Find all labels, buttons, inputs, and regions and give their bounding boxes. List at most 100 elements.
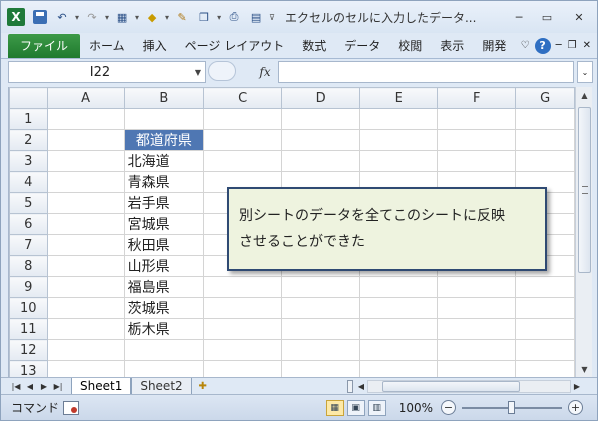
cell[interactable] <box>123 360 205 377</box>
cell[interactable] <box>281 360 361 377</box>
cell[interactable] <box>515 276 575 298</box>
page-layout-view-button[interactable]: ▣ <box>346 399 365 416</box>
next-sheet-icon[interactable]: ▶ <box>37 382 51 391</box>
ribbon-collapse-icon[interactable]: ♡ <box>521 40 530 51</box>
row-header[interactable]: 13 <box>9 360 48 377</box>
tab-file[interactable]: ファイル <box>8 33 81 58</box>
cell[interactable] <box>437 150 517 172</box>
column-header-c[interactable]: C <box>203 87 283 109</box>
cell[interactable] <box>515 318 575 340</box>
insert-function-icon[interactable]: fx <box>252 65 278 79</box>
cell[interactable] <box>437 297 517 319</box>
cell[interactable] <box>203 150 283 172</box>
print-button[interactable]: ▤ <box>247 8 265 26</box>
cell[interactable] <box>281 297 361 319</box>
cell[interactable] <box>46 108 125 130</box>
cell[interactable] <box>515 297 575 319</box>
data-cell[interactable]: 山形県 <box>123 255 205 277</box>
workbook-minimize-icon[interactable]: ─ <box>556 40 562 51</box>
restore-button[interactable]: ▭ <box>533 7 561 27</box>
tab-insert[interactable]: 挿入 <box>134 34 176 58</box>
row-header[interactable]: 5 <box>9 192 48 214</box>
cell[interactable] <box>281 150 361 172</box>
cell[interactable] <box>437 318 517 340</box>
cell[interactable] <box>203 108 283 130</box>
horizontal-scrollbar[interactable]: ◀ ▶ <box>347 379 583 394</box>
cell[interactable] <box>46 297 125 319</box>
name-box[interactable]: I22 ▼ <box>8 61 206 83</box>
data-cell[interactable]: 岩手県 <box>123 192 205 214</box>
cell[interactable] <box>437 360 517 377</box>
formula-bar-handle[interactable] <box>208 61 236 81</box>
vertical-scrollbar[interactable]: ▲ ▼ <box>575 87 592 377</box>
zoom-slider[interactable] <box>462 400 562 414</box>
vertical-scroll-thumb[interactable] <box>578 107 591 273</box>
tab-formulas[interactable]: 数式 <box>293 34 335 58</box>
column-header-d[interactable]: D <box>281 87 361 109</box>
cell[interactable] <box>203 129 283 151</box>
zoom-out-button[interactable]: − <box>441 400 456 415</box>
paste-dropdown-icon[interactable]: ▾ <box>217 13 221 22</box>
tab-home[interactable]: ホーム <box>80 34 134 58</box>
tab-split-handle[interactable] <box>347 380 353 393</box>
column-header-e[interactable]: E <box>359 87 439 109</box>
cell[interactable] <box>46 255 125 277</box>
cell[interactable] <box>359 360 439 377</box>
row-header[interactable]: 4 <box>9 171 48 193</box>
cell[interactable] <box>437 129 517 151</box>
column-header-g[interactable]: G <box>515 87 575 109</box>
cell[interactable] <box>359 276 439 298</box>
column-header-a[interactable]: A <box>46 87 125 109</box>
help-icon[interactable]: ? <box>534 37 551 54</box>
cell[interactable] <box>359 339 439 361</box>
horizontal-scroll-thumb[interactable] <box>382 381 520 392</box>
cell[interactable] <box>203 297 283 319</box>
minimize-button[interactable]: ─ <box>505 7 533 27</box>
horizontal-scroll-track[interactable] <box>367 380 571 393</box>
column-header-b[interactable]: B <box>123 87 205 109</box>
row-header[interactable]: 9 <box>9 276 48 298</box>
fill-dropdown-icon[interactable]: ▾ <box>165 13 169 22</box>
row-header[interactable]: 7 <box>9 234 48 256</box>
column-header-f[interactable]: F <box>437 87 517 109</box>
cell[interactable] <box>281 339 361 361</box>
chevron-down-icon[interactable]: ▼ <box>191 68 205 77</box>
undo-dropdown-icon[interactable]: ▾ <box>75 13 79 22</box>
cell[interactable] <box>46 318 125 340</box>
cell[interactable] <box>46 192 125 214</box>
save-button[interactable] <box>31 8 49 26</box>
cell[interactable] <box>46 234 125 256</box>
cell[interactable] <box>203 339 283 361</box>
cell[interactable] <box>281 129 361 151</box>
row-header[interactable]: 10 <box>9 297 48 319</box>
paste-special-button[interactable]: ❐ <box>195 8 213 26</box>
close-button[interactable]: ✕ <box>561 7 597 27</box>
scroll-down-icon[interactable]: ▼ <box>576 361 593 377</box>
row-header[interactable]: 1 <box>9 108 48 130</box>
row-header[interactable]: 11 <box>9 318 48 340</box>
cell[interactable] <box>515 108 575 130</box>
data-cell[interactable]: 青森県 <box>123 171 205 193</box>
tab-developer[interactable]: 開発 <box>473 34 515 58</box>
row-header[interactable]: 8 <box>9 255 48 277</box>
zoom-level[interactable]: 100% <box>399 401 433 415</box>
insert-sheet-icon[interactable]: ✚ <box>192 379 214 394</box>
cell[interactable] <box>359 129 439 151</box>
select-all-corner[interactable] <box>9 87 48 109</box>
prev-sheet-icon[interactable]: ◀ <box>23 382 37 391</box>
cell[interactable] <box>46 213 125 235</box>
format-painter-button[interactable]: ✎ <box>173 8 191 26</box>
cell[interactable] <box>46 276 125 298</box>
normal-view-button[interactable]: ▦ <box>325 399 344 416</box>
cell[interactable] <box>203 318 283 340</box>
undo-button[interactable]: ↶ <box>53 8 71 26</box>
last-sheet-icon[interactable]: ▶| <box>51 382 65 391</box>
cell[interactable] <box>359 108 439 130</box>
redo-dropdown-icon[interactable]: ▾ <box>105 13 109 22</box>
cell[interactable] <box>46 171 125 193</box>
cell[interactable] <box>281 108 361 130</box>
sheet-tab-sheet1[interactable]: Sheet1 <box>71 377 132 395</box>
borders-dropdown-icon[interactable]: ▾ <box>135 13 139 22</box>
cell[interactable] <box>203 360 283 377</box>
data-cell[interactable]: 秋田県 <box>123 234 205 256</box>
